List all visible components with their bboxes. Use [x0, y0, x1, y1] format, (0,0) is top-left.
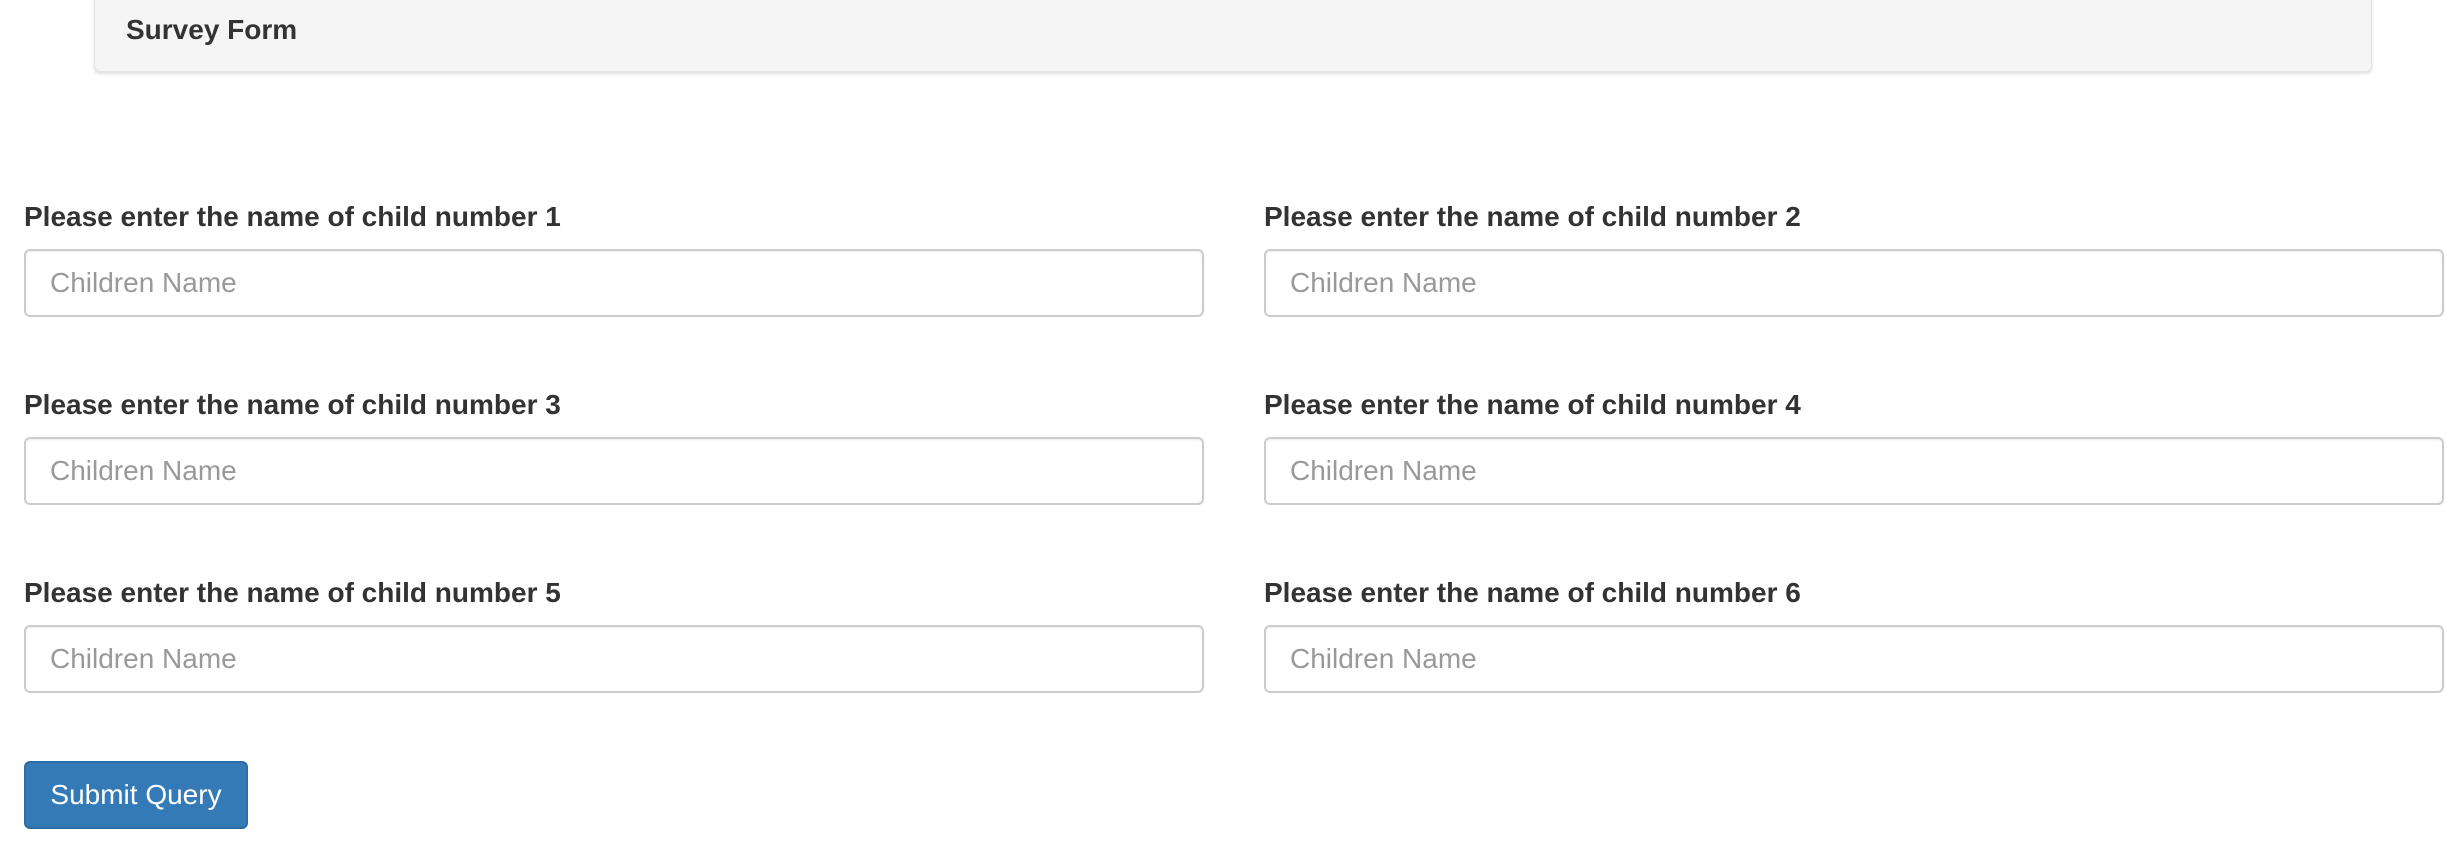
child-2-name-input[interactable]	[1264, 249, 2444, 317]
child-4-name-input[interactable]	[1264, 437, 2444, 505]
child-5-label: Please enter the name of child number 5	[24, 577, 561, 608]
child-3-name-input[interactable]	[24, 437, 1204, 505]
child-6-field: Please enter the name of child number 6	[1264, 575, 2444, 693]
child-3-label: Please enter the name of child number 3	[24, 389, 561, 420]
child-1-label: Please enter the name of child number 1	[24, 201, 561, 232]
child-1-field: Please enter the name of child number 1	[24, 199, 1204, 317]
child-4-label: Please enter the name of child number 4	[1264, 389, 1801, 420]
child-5-field: Please enter the name of child number 5	[24, 575, 1204, 693]
submit-query-button[interactable]: Submit Query	[24, 761, 248, 829]
page-title: Survey Form	[126, 14, 298, 45]
child-5-name-input[interactable]	[24, 625, 1204, 693]
header-panel: Survey Form	[94, 0, 2372, 72]
child-6-label: Please enter the name of child number 6	[1264, 577, 1801, 608]
child-2-field: Please enter the name of child number 2	[1264, 199, 2444, 317]
child-4-field: Please enter the name of child number 4	[1264, 387, 2444, 505]
child-1-name-input[interactable]	[24, 249, 1204, 317]
child-3-field: Please enter the name of child number 3	[24, 387, 1204, 505]
child-2-label: Please enter the name of child number 2	[1264, 201, 1801, 232]
child-6-name-input[interactable]	[1264, 625, 2444, 693]
